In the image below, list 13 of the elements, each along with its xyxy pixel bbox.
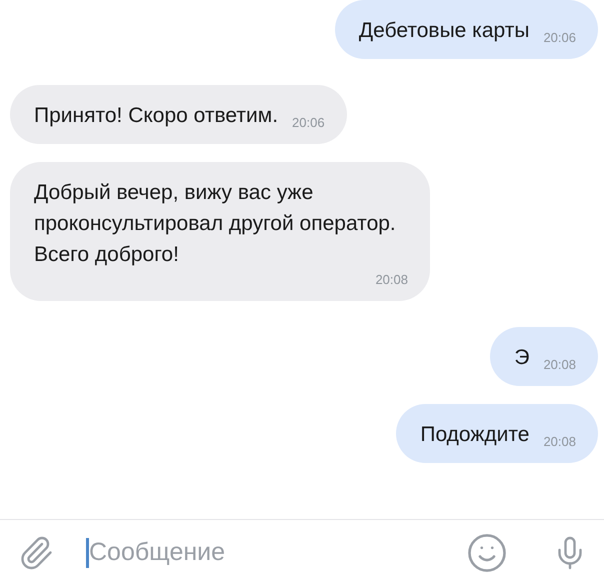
message-text: Э: [514, 345, 530, 371]
message-time: 20:08: [374, 271, 408, 289]
message-time: 20:06: [291, 114, 325, 132]
text-cursor: [86, 538, 89, 568]
smiley-icon[interactable]: [466, 532, 508, 574]
message-text: Подождите: [420, 422, 530, 448]
message-time: 20:08: [542, 433, 576, 451]
message-text: Дебетовые карты: [358, 18, 530, 44]
message-time: 20:06: [542, 29, 576, 47]
message-input-field[interactable]: Сообщение: [89, 538, 452, 567]
message-text: Принято! Скоро ответим.: [34, 103, 278, 129]
message-time: 20:08: [542, 356, 576, 374]
message-text: Добрый вечер, вижу вас уже проконсультировал другой оператор. Всего доброго!: [34, 180, 397, 268]
